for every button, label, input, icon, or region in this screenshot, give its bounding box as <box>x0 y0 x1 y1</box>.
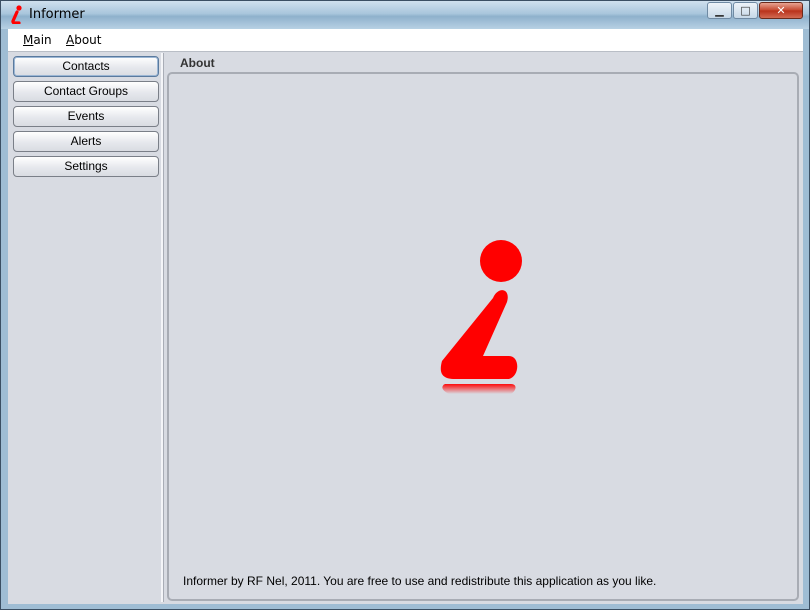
maximize-button[interactable]: □ <box>733 2 758 19</box>
sidebar-item-events[interactable]: Events <box>13 106 159 127</box>
close-icon: ✕ <box>776 4 786 17</box>
title-bar[interactable]: Informer ▁ □ ✕ <box>1 1 809 29</box>
sidebar: Contacts Contact Groups Events Alerts Se… <box>10 53 163 602</box>
menu-main-mnemonic: M <box>23 33 34 47</box>
sidebar-item-contact-groups[interactable]: Contact Groups <box>13 81 159 102</box>
sidebar-item-settings[interactable]: Settings <box>13 156 159 177</box>
about-text: Informer by RF Nel, 2011. You are free t… <box>183 574 657 588</box>
sidebar-item-contacts[interactable]: Contacts <box>13 56 159 77</box>
menu-bar: Main About <box>8 29 803 52</box>
menu-about[interactable]: About <box>66 33 102 47</box>
sidebar-item-alerts[interactable]: Alerts <box>13 131 159 152</box>
minimize-button[interactable]: ▁ <box>707 2 732 19</box>
close-button[interactable]: ✕ <box>759 2 803 19</box>
menu-main-label: ain <box>33 33 52 47</box>
window-title: Informer <box>29 7 85 22</box>
menu-about-mnemonic: A <box>66 33 75 47</box>
window-controls: ▁ □ ✕ <box>706 2 803 20</box>
panel-title: About <box>180 56 215 70</box>
minimize-icon: ▁ <box>715 4 724 17</box>
app-window: Informer ▁ □ ✕ Main About Contacts Conta… <box>0 0 810 610</box>
app-logo-icon <box>11 5 22 24</box>
main-area: Contacts Contact Groups Events Alerts Se… <box>8 52 803 604</box>
menu-about-label: bout <box>74 33 102 47</box>
about-panel: Informer by RF Nel, 2011. You are free t… <box>167 72 799 601</box>
info-i-logo-icon <box>440 240 522 394</box>
maximize-icon: □ <box>740 4 751 17</box>
menu-main[interactable]: Main <box>23 33 52 47</box>
